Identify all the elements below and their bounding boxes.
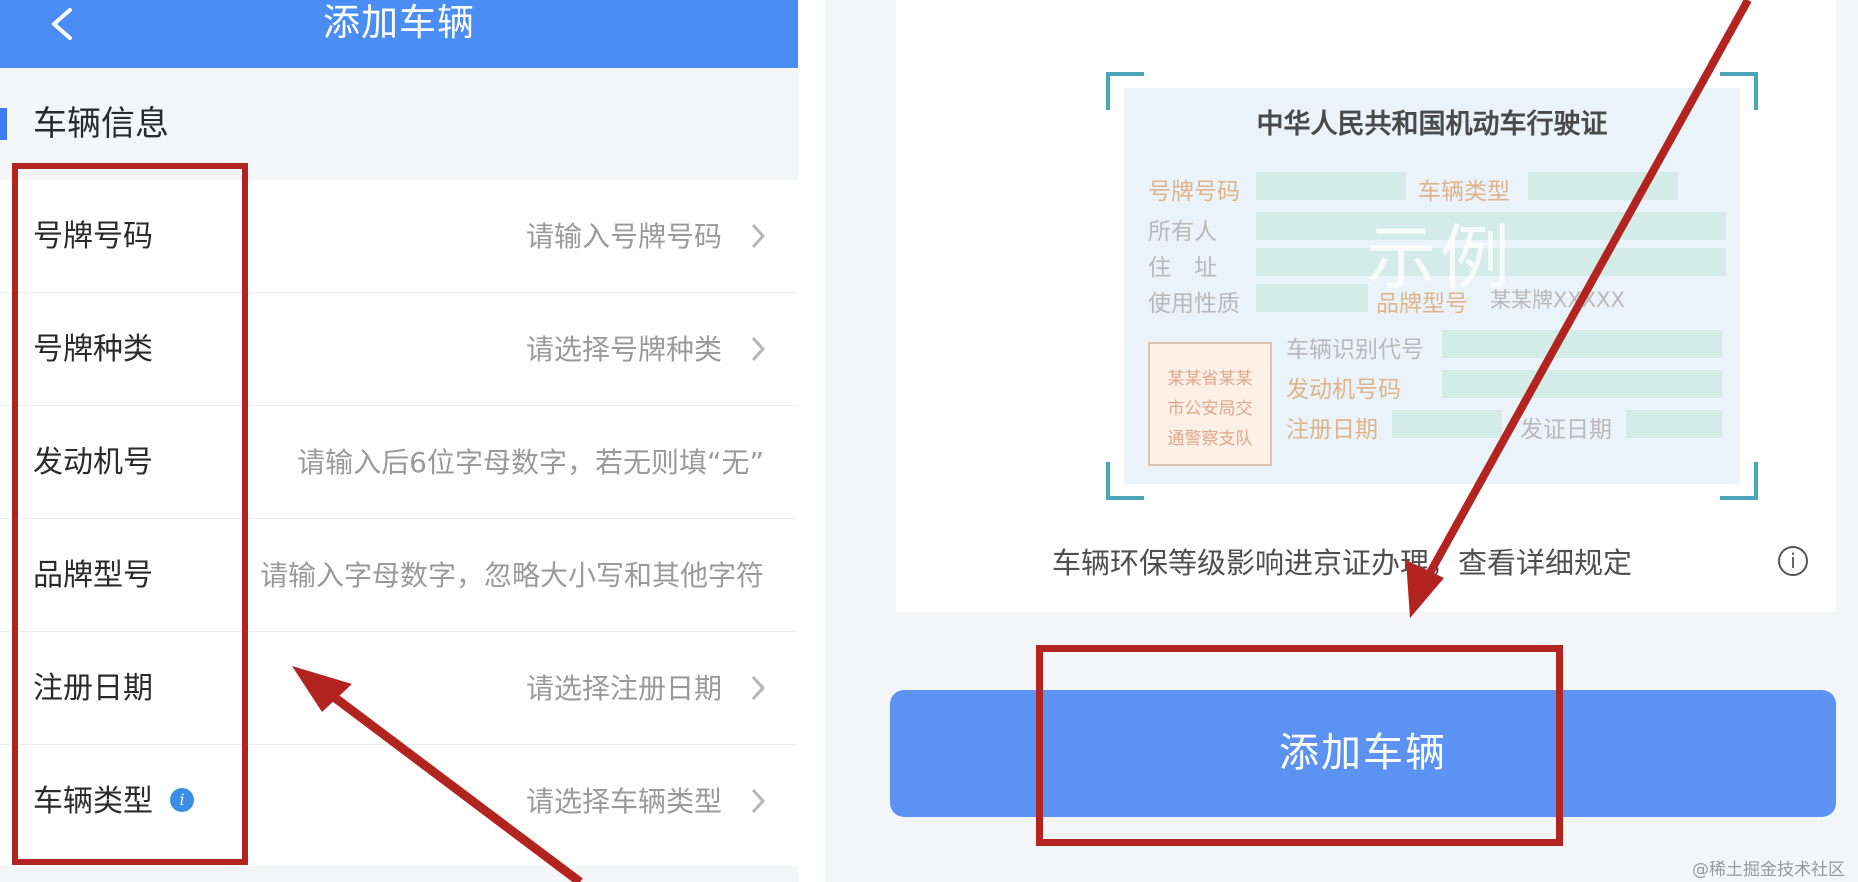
panel-divider	[798, 0, 826, 882]
watermark-text: @稀土掘金技术社区	[1692, 860, 1845, 880]
annotation-arrow	[1406, 0, 1752, 618]
left-screen: 添加车辆 车辆信息 号牌号码 请输入号牌号码 号牌种类 请选择号牌种类 发动机号…	[0, 0, 798, 882]
annotation-arrow	[292, 666, 583, 882]
right-screen: 中华人民共和国机动车行驶证 号牌号码 车辆类型 所有人 住 址 示例 使用性质 …	[826, 0, 1858, 882]
